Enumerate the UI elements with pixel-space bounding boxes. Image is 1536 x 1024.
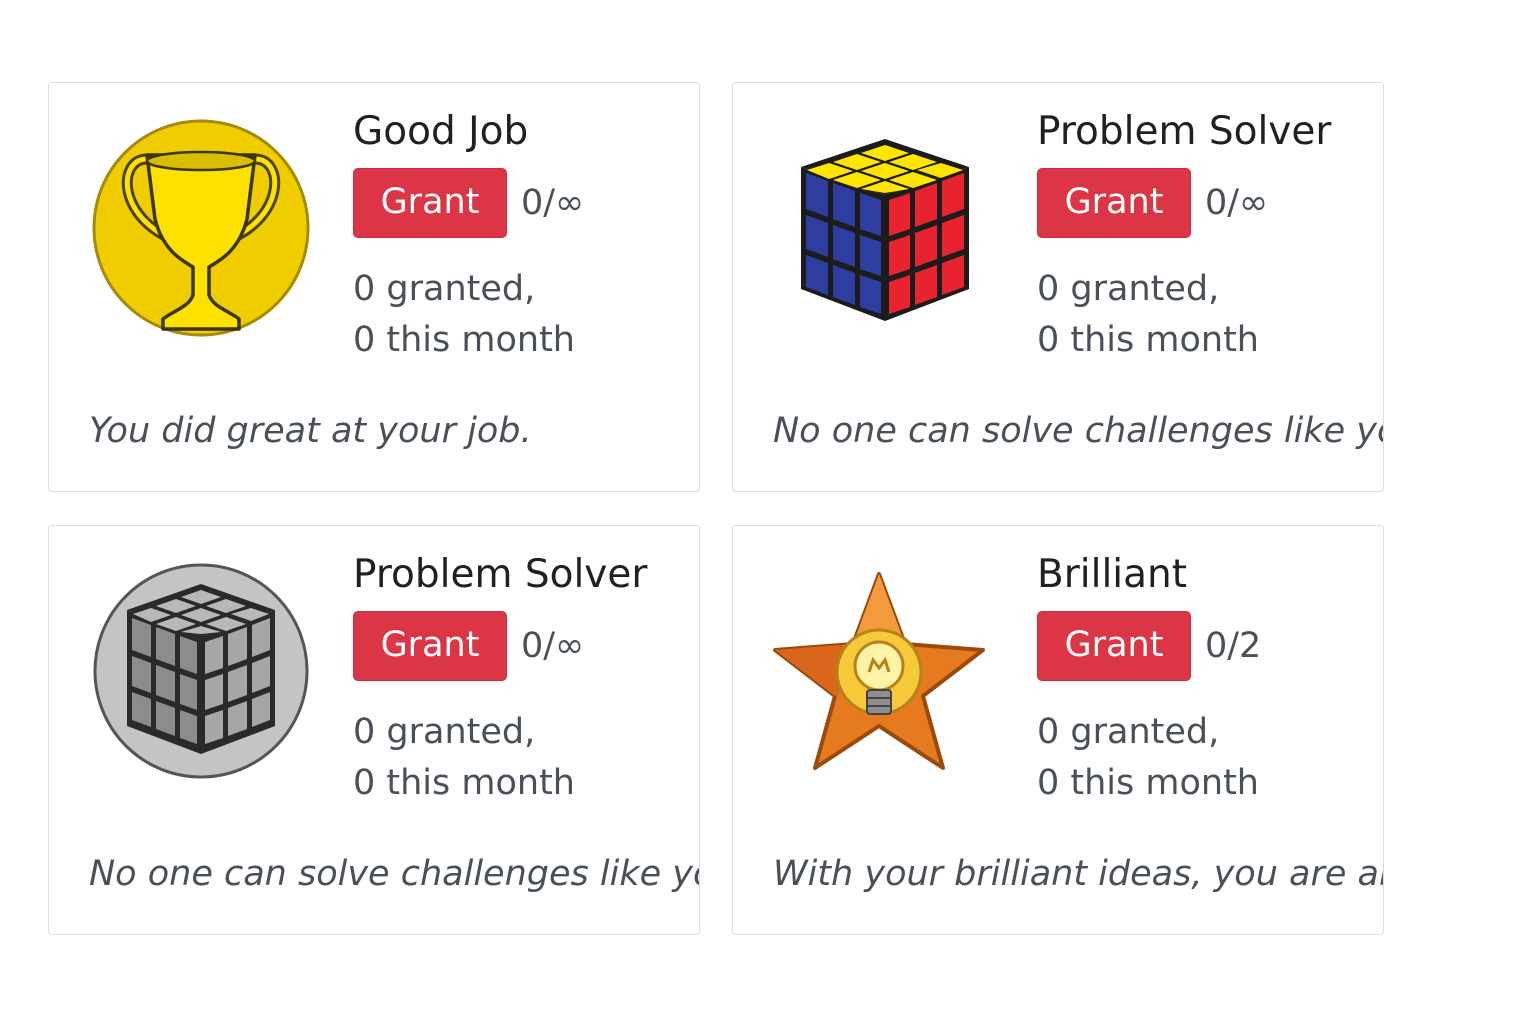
badge-description: No one can solve challenges like you [773, 411, 1384, 451]
badge-card-good-job: Good Job Grant 0/∞ 0 granted, 0 this mon… [48, 82, 700, 492]
grant-limit: 0/∞ [1205, 182, 1269, 223]
grant-limit: 0/∞ [521, 625, 585, 666]
badge-description: With your brilliant ideas, you are an [773, 854, 1384, 894]
grant-button[interactable]: Grant [1037, 167, 1191, 238]
grant-limit: 0/∞ [521, 182, 585, 223]
badge-description: You did great at your job. [89, 411, 532, 451]
granted-this-month: 0 this month [1037, 762, 1259, 803]
granted-count: 0 granted, [1037, 711, 1220, 752]
badge-title: Brilliant [1037, 552, 1188, 597]
badge-title: Good Job [353, 109, 529, 154]
granted-this-month: 0 this month [353, 762, 575, 803]
granted-this-month: 0 this month [1037, 319, 1259, 360]
badge-title: Problem Solver [1037, 109, 1332, 154]
grant-button[interactable]: Grant [353, 610, 507, 681]
granted-count: 0 granted, [1037, 268, 1220, 309]
granted-count: 0 granted, [353, 268, 536, 309]
badge-title: Problem Solver [353, 552, 648, 597]
trophy-icon [89, 111, 313, 345]
granted-count: 0 granted, [353, 711, 536, 752]
grant-button[interactable]: Grant [353, 167, 507, 238]
badge-card-problem-solver-gray: Problem Solver Grant 0/∞ 0 granted, 0 th… [48, 525, 700, 935]
badge-card-problem-solver: Problem Solver Grant 0/∞ 0 granted, 0 th… [732, 82, 1384, 492]
grant-limit: 0/2 [1205, 625, 1262, 666]
granted-this-month: 0 this month [353, 319, 575, 360]
gray-cube-icon [89, 554, 313, 788]
badge-description: No one can solve challenges like you [89, 854, 700, 894]
rubiks-cube-icon [773, 111, 997, 345]
star-lightbulb-icon [773, 554, 997, 788]
badge-card-brilliant: Brilliant Grant 0/2 0 granted, 0 this mo… [732, 525, 1384, 935]
grant-button[interactable]: Grant [1037, 610, 1191, 681]
